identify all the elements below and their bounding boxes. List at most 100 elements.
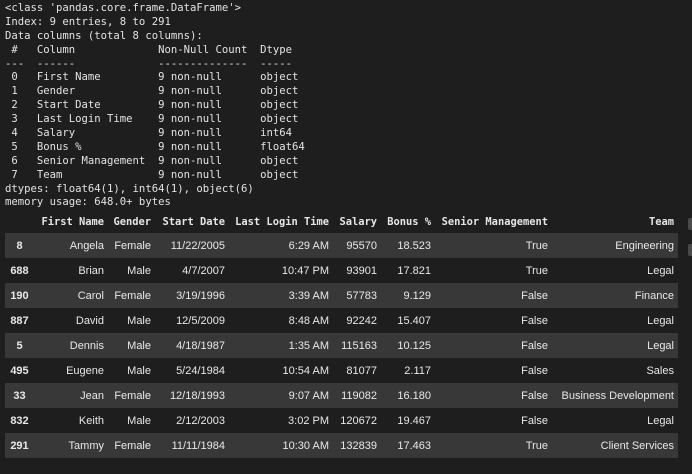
info-line: 0 First Name 9 non-null object	[5, 71, 305, 84]
column-header-gender: Gender	[113, 216, 151, 228]
row-index: 887	[10, 314, 29, 327]
table-row: 495 Eugene Male 5/24/1984 10:54 AM 81077…	[5, 358, 678, 383]
dataframe-table: First Name Gender Start Date Last Login …	[5, 211, 678, 458]
index-header	[5, 211, 34, 233]
cell-gender: Male	[127, 364, 151, 377]
row-index: 832	[10, 414, 29, 427]
cell-gender: Female	[114, 239, 151, 252]
cell-senior-management: False	[521, 289, 548, 302]
cell-gender: Male	[127, 414, 151, 427]
cell-senior-management: True	[525, 264, 548, 277]
table-row: 33 Jean Female 12/18/1993 9:07 AM 119082…	[5, 383, 678, 408]
cell-bonus: 17.821	[397, 264, 431, 277]
cell-salary: 93901	[346, 264, 377, 277]
cell-bonus: 2.117	[404, 364, 431, 377]
info-line: 5 Bonus % 9 non-null float64	[5, 140, 305, 153]
info-line: Data columns (total 8 columns):	[5, 29, 203, 42]
column-header-salary: Salary	[339, 216, 377, 228]
cell-senior-management: True	[525, 439, 548, 452]
info-line: 2 Start Date 9 non-null object	[5, 99, 305, 112]
header-row: First Name Gender Start Date Last Login …	[5, 211, 678, 233]
cell-bonus: 15.407	[397, 314, 431, 327]
row-index: 8	[16, 239, 23, 252]
info-line: --- ------ -------------- -----	[5, 57, 305, 70]
cell-first-name: Jean	[80, 389, 104, 402]
cell-first-name: Angela	[69, 239, 104, 252]
cell-start-date: 4/18/1987	[176, 339, 225, 352]
cell-team: Legal	[647, 264, 674, 277]
cell-last-login-time: 10:47 PM	[281, 264, 329, 277]
cell-gender: Female	[114, 289, 151, 302]
row-index: 190	[10, 289, 29, 302]
cell-last-login-time: 3:39 AM	[288, 289, 329, 302]
table-row: 5 Dennis Male 4/18/1987 1:35 AM 115163 1…	[5, 333, 678, 358]
cell-last-login-time: 6:29 AM	[288, 239, 329, 252]
row-index: 688	[10, 264, 29, 277]
info-line: 7 Team 9 non-null object	[5, 168, 305, 181]
cell-start-date: 12/18/1993	[169, 389, 225, 402]
cell-team: Legal	[647, 414, 674, 427]
info-line: 1 Gender 9 non-null object	[5, 85, 305, 98]
dataframe-info-output: <class 'pandas.core.frame.DataFrame'> Ind…	[5, 2, 305, 210]
cell-last-login-time: 10:54 AM	[282, 364, 329, 377]
table-header: First Name Gender Start Date Last Login …	[5, 211, 678, 233]
cell-team: Sales	[646, 364, 674, 377]
cell-gender: Male	[127, 264, 151, 277]
cell-senior-management: False	[521, 314, 548, 327]
cell-start-date: 11/22/2005	[170, 239, 225, 252]
scroll-edge-marker	[688, 244, 692, 256]
table-row: 8 Angela Female 11/22/2005 6:29 AM 95570…	[5, 233, 678, 258]
info-line: dtypes: float64(1), int64(1), object(6)	[5, 182, 254, 195]
cell-salary: 92242	[346, 314, 377, 327]
cell-team: Client Services	[600, 439, 674, 452]
cell-team: Legal	[647, 314, 674, 327]
column-header-start-date: Start Date	[162, 216, 225, 228]
cell-last-login-time: 10:30 AM	[282, 439, 329, 452]
column-header-team: Team	[648, 216, 674, 228]
cell-senior-management: False	[521, 389, 548, 402]
scroll-edge-marker	[688, 218, 692, 230]
cell-start-date: 2/12/2003	[176, 414, 225, 427]
row-index: 291	[10, 439, 29, 452]
cell-salary: 119082	[341, 389, 377, 402]
table-body: 8 Angela Female 11/22/2005 6:29 AM 95570…	[5, 233, 678, 458]
cell-salary: 132839	[340, 439, 377, 452]
row-index: 5	[16, 339, 23, 352]
cell-start-date: 5/24/1984	[176, 364, 225, 377]
cell-first-name: Dennis	[69, 339, 104, 352]
column-header-first-name: First Name	[41, 216, 104, 228]
cell-start-date: 12/5/2009	[176, 314, 225, 327]
cell-first-name: Keith	[78, 414, 104, 427]
cell-senior-management: True	[525, 239, 548, 252]
table-row: 832 Keith Male 2/12/2003 3:02 PM 120672 …	[5, 408, 678, 433]
cell-first-name: Carol	[77, 289, 104, 302]
cell-salary: 115163	[341, 339, 377, 352]
info-line: Index: 9 entries, 8 to 291	[5, 15, 171, 28]
cell-last-login-time: 3:02 PM	[288, 414, 329, 427]
cell-bonus: 9.129	[403, 289, 431, 302]
cell-bonus: 17.463	[397, 439, 431, 452]
cell-first-name: Brian	[78, 264, 104, 277]
row-index: 33	[13, 389, 26, 402]
cell-bonus: 18.523	[397, 239, 431, 252]
cell-team: Engineering	[615, 239, 674, 252]
info-line: # Column Non-Null Count Dtype	[5, 43, 305, 56]
cell-salary: 95570	[346, 239, 377, 252]
cell-start-date: 4/7/2007	[182, 264, 225, 277]
column-header-senior-management: Senior Management	[441, 216, 548, 228]
info-line: 6 Senior Management 9 non-null object	[5, 154, 305, 167]
cell-last-login-time: 1:35 AM	[288, 339, 329, 352]
cell-team: Finance	[634, 289, 674, 302]
cell-last-login-time: 8:48 AM	[288, 314, 329, 327]
cell-senior-management: False	[521, 339, 548, 352]
cell-gender: Male	[127, 339, 151, 352]
info-line: 4 Salary 9 non-null int64	[5, 127, 305, 140]
cell-team: Legal	[647, 339, 674, 352]
cell-bonus: 16.180	[397, 389, 431, 402]
cell-last-login-time: 9:07 AM	[288, 389, 329, 402]
table-row: 887 David Male 12/5/2009 8:48 AM 92242 1…	[5, 308, 678, 333]
cell-senior-management: False	[521, 414, 548, 427]
column-header-last-login-time: Last Login Time	[235, 216, 329, 228]
cell-bonus: 19.467	[397, 414, 431, 427]
table-row: 190 Carol Female 3/19/1996 3:39 AM 57783…	[5, 283, 678, 308]
